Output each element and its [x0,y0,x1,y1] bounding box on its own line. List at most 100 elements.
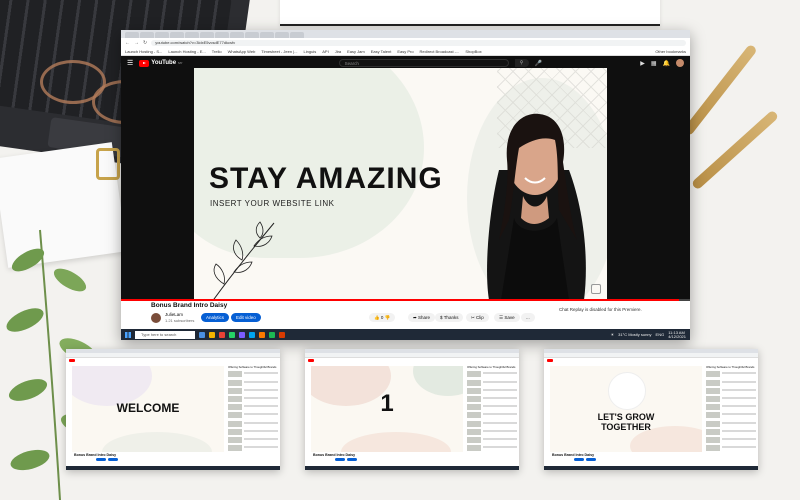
bookmark-item[interactable]: Easy Talent [371,49,392,54]
bookmark-item[interactable]: Jira [335,49,341,54]
task-view-icon[interactable] [199,331,205,338]
bookmark-item[interactable]: Launch Hosting - S... [125,49,162,54]
reload-icon[interactable]: ↻ [143,40,147,46]
thumb-analytics-chip [335,458,345,461]
channel-name[interactable]: JulieLam [165,312,183,317]
thumb-sidebar-header: Offering Software to Thoughtful Brands [706,365,755,369]
fullscreen-icon[interactable] [591,284,601,294]
thumb-sidebar-row [467,395,517,402]
analytics-button[interactable]: Analytics [201,313,230,322]
scissors-icon: ✂ [471,315,475,320]
browser-tab[interactable] [155,32,169,38]
youtube-play-icon [139,59,150,67]
browser-tab[interactable] [170,32,184,38]
chat-replay-notice: Chat Replay is disabled for this Premier… [559,307,642,312]
bookmark-item[interactable]: Linguis [304,49,317,54]
thumb-youtube-header [544,358,758,363]
thumb-taskbar [544,466,758,470]
thumbs-down-icon: 👎 [384,315,391,320]
system-tray: ☀ 31°C Mostly sunny ENG 11:13 AM 4/12/20… [611,330,690,339]
clip-label: Clip [476,315,484,320]
app-icon[interactable] [249,331,255,338]
thumb-sidebar-row [228,412,278,419]
share-button[interactable]: ➦ Share [408,313,436,322]
app-icon[interactable] [279,331,285,338]
bookmark-item[interactable]: Redirect Broadcast -... [420,49,460,54]
create-video-icon[interactable]: ▶ [640,60,645,67]
video-player[interactable]: STAY AMAZING INSERT YOUR WEBSITE LINK [194,68,607,300]
bookmark-item[interactable]: Trello [212,49,222,54]
like-count: 0 [380,315,384,320]
back-icon[interactable]: ← [125,40,130,46]
app-icon[interactable] [239,331,245,338]
thumb-analytics-chip [96,458,106,461]
windows-start-icon[interactable] [125,331,131,338]
thanks-button[interactable]: $ Thanks [435,313,464,322]
save-button[interactable]: ☰ Save [494,313,520,322]
youtube-logo[interactable]: YouTube MY [139,59,183,67]
browser-tab[interactable] [275,32,289,38]
search-input[interactable]: Search [338,59,509,67]
apps-icon[interactable]: ▦ [651,60,657,67]
like-button[interactable]: 👍 0 👎 [369,313,396,322]
thumb-blob [341,432,451,452]
browser-tab[interactable] [290,32,304,38]
bookmark-item[interactable]: Timesheet - Jeen |... [261,49,297,54]
app-icon[interactable] [269,331,275,338]
youtube-logo-text: YouTube [151,60,177,66]
pen-top [682,43,758,137]
bookmark-item[interactable]: WhatsApp Web [228,49,256,54]
clock[interactable]: 11:13 AM 4/12/2021 [668,330,686,339]
thumb-sidebar-header: Offering Software to Thoughtful Brands [228,365,277,369]
browser-tab[interactable] [185,32,199,38]
file-explorer-icon[interactable] [209,331,215,338]
url-field[interactable]: youtube.com/watch?v=3ldxE5vcsdE77dkcsfv [151,39,686,46]
thumb-sidebar-row [228,395,278,402]
browser-tab[interactable] [260,32,274,38]
more-actions-button[interactable]: ... [521,313,535,322]
weather-text[interactable]: 31°C Mostly sunny [618,332,651,337]
slide-subheadline: INSERT YOUR WEBSITE LINK [210,199,335,208]
thumb-blob [102,432,212,452]
search-button[interactable]: ⚲ [514,59,529,67]
bookmark-item[interactable]: Launch Hosting - E... [168,49,205,54]
bell-icon[interactable]: 🔔 [663,60,670,67]
channel-avatar[interactable] [151,313,161,323]
clip-button[interactable]: ✂ Clip [466,313,489,322]
screenshot-thumbnail-number[interactable]: 1 Offering Software to Thoughtful Brands… [305,349,519,470]
language-indicator[interactable]: ENG [656,332,665,337]
browser-tab[interactable] [230,32,244,38]
whatsapp-icon[interactable] [229,331,235,338]
bookmark-item[interactable]: ShopBox [465,49,481,54]
browser-tab-bar [121,30,690,38]
browser-tab[interactable] [245,32,259,38]
forward-icon[interactable]: → [134,40,139,46]
screenshot-thumbnail-welcome[interactable]: WELCOME Offering Software to Thoughtful … [66,349,280,470]
browser-tab[interactable] [140,32,154,38]
menu-icon[interactable]: ☰ [127,59,133,67]
microphone-icon[interactable]: 🎤 [535,60,542,67]
thumb-sidebar-row [706,412,756,419]
bookmark-item[interactable]: Easy Jam [347,49,365,54]
chrome-icon[interactable] [219,331,225,338]
notebook-top [280,0,660,26]
thumb-slide-text: LET'S GROW TOGETHER [597,412,655,432]
browser-window: ← → ↻ youtube.com/watch?v=3ldxE5vcsdE77d… [121,30,690,340]
thumb-sidebar-row [228,387,278,394]
bookmark-item[interactable]: Other bookmarks [655,49,690,54]
thumb-sidebar-row [706,404,756,411]
bookmark-item[interactable]: API [322,49,328,54]
bookmark-item[interactable]: Easy Pro [397,49,413,54]
screenshot-thumbnail-grow-together[interactable]: LET'S GROW TOGETHER Offering Software to… [544,349,758,470]
taskbar-search-input[interactable]: Type here to search [135,330,195,339]
browser-tab[interactable] [215,32,229,38]
thumb-analytics-chip [574,458,584,461]
thumb-sidebar-row [228,420,278,427]
browser-tab[interactable] [125,32,139,38]
account-avatar[interactable] [676,59,684,67]
bookmarks-bar: Launch Hosting - S... Launch Hosting - E… [121,47,690,56]
app-icon[interactable] [259,331,265,338]
browser-tab[interactable] [200,32,214,38]
save-label: Save [504,315,515,320]
edit-video-button[interactable]: Edit video [231,313,261,322]
